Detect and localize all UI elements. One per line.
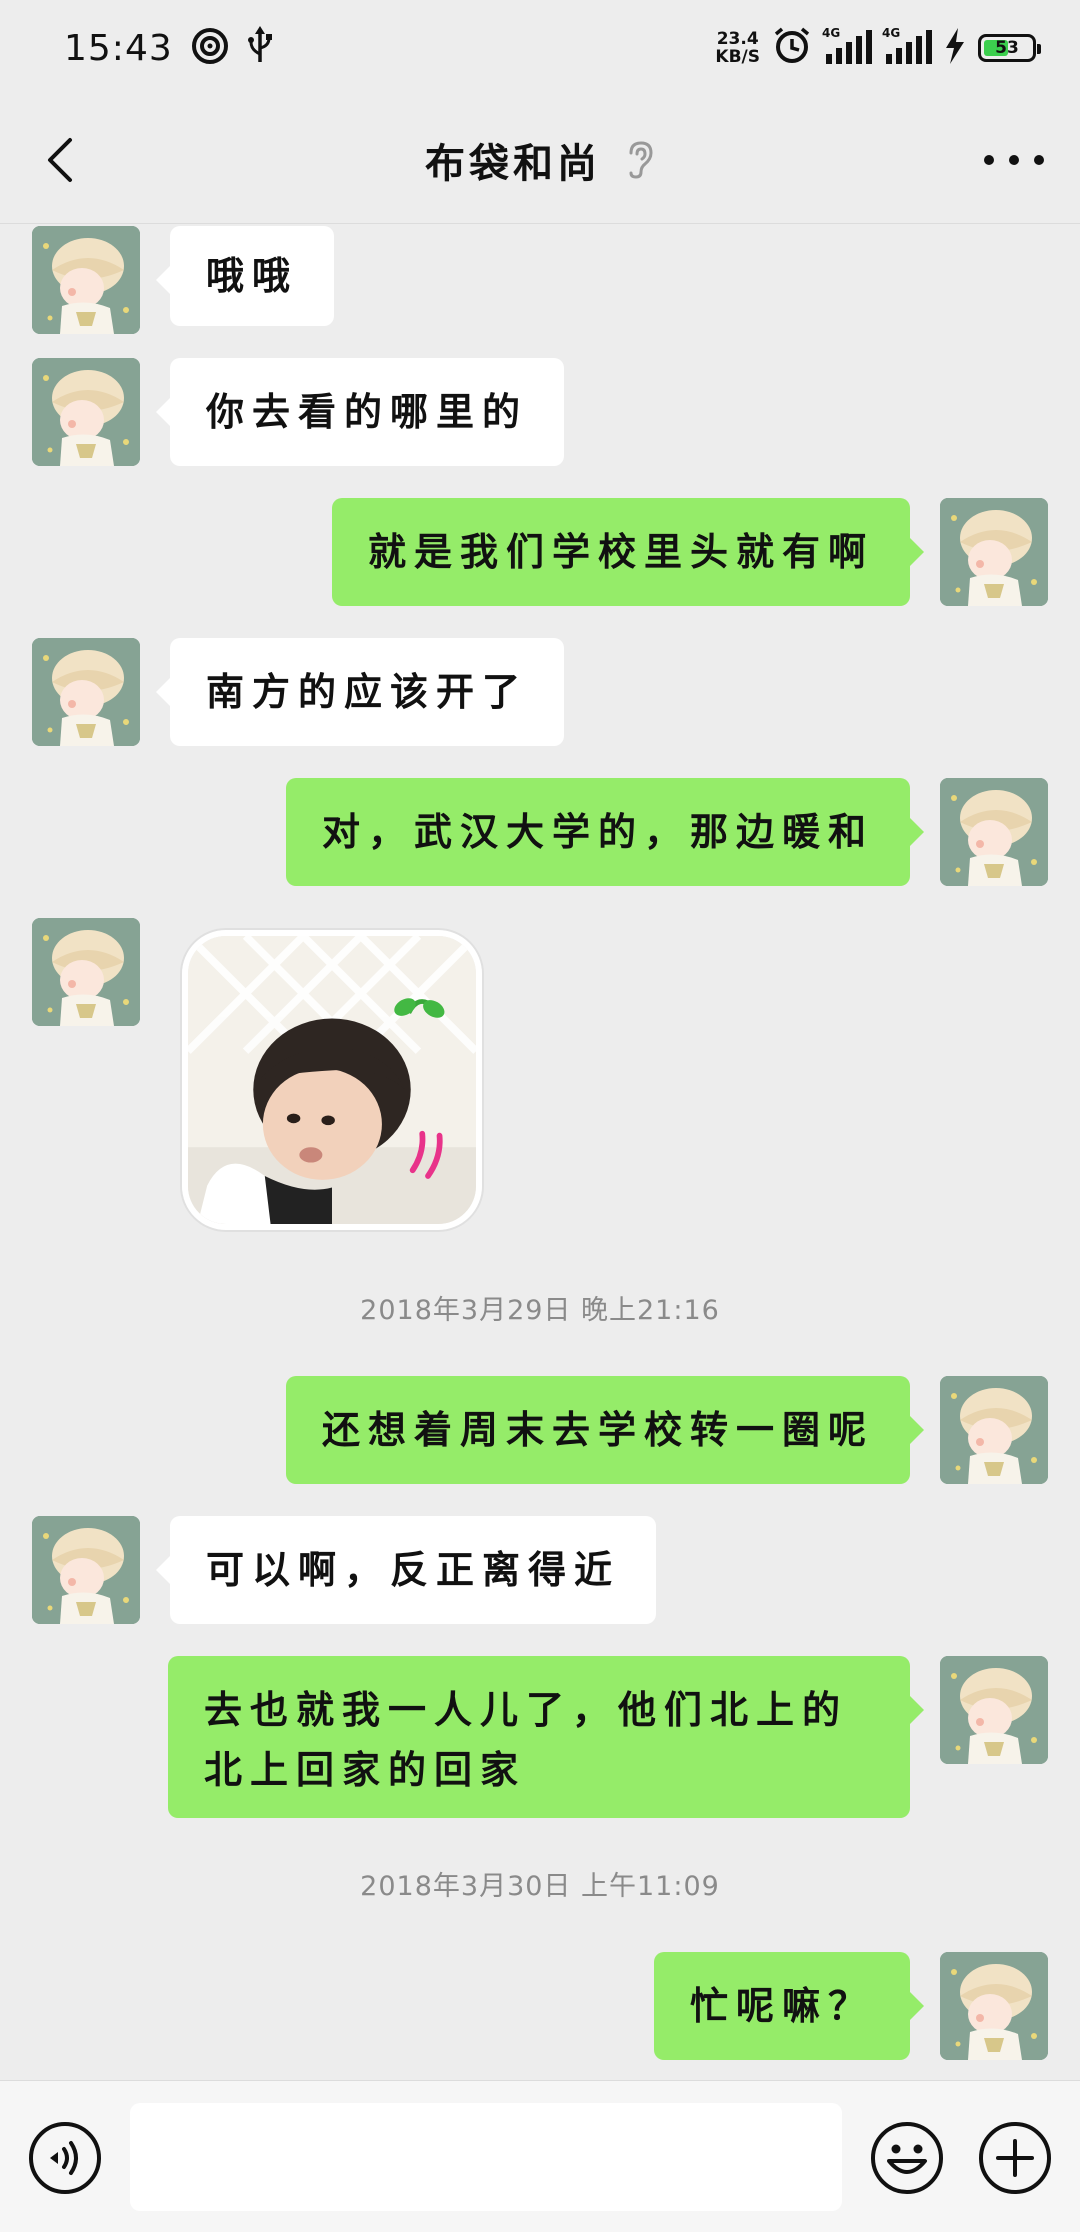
my-avatar[interactable] <box>940 1656 1048 1764</box>
avatar-image <box>32 638 140 746</box>
avatar-image <box>32 1516 140 1624</box>
contact-avatar[interactable] <box>32 358 140 466</box>
network-type-label: 4G <box>882 26 901 40</box>
avatar-image <box>940 1376 1048 1484</box>
message-input[interactable] <box>130 2103 842 2211</box>
contact-avatar[interactable] <box>32 638 140 746</box>
incoming-message[interactable]: 哦哦 <box>155 226 335 326</box>
outgoing-message[interactable]: 对，武汉大学的，那边暖和 <box>285 778 925 886</box>
sticker-message[interactable] <box>182 930 482 1230</box>
status-bar: 15:43 23.4 KB/S 4G 4G 53 <box>0 0 1080 96</box>
net-speed: 23.4 KB/S <box>715 30 760 66</box>
incoming-message[interactable]: 南方的应该开了 <box>155 638 565 746</box>
chat-timestamp: 2018年3月29日 晚上21:16 <box>360 1295 720 1326</box>
my-avatar[interactable] <box>940 498 1048 606</box>
my-avatar[interactable] <box>940 1376 1048 1484</box>
chevron-left-icon <box>48 138 72 182</box>
message-list[interactable]: 哦哦 你去看的哪里的 就是我们学校里头就有啊 南方的应该开了 对，武汉大学的，那… <box>0 224 1080 2080</box>
charging-icon <box>944 28 966 68</box>
contact-avatar[interactable] <box>32 918 140 1026</box>
signal-strength-2: 4G <box>882 26 932 66</box>
battery-level: 53 <box>995 38 1019 58</box>
back-button[interactable] <box>36 134 88 186</box>
voice-button[interactable] <box>28 2121 102 2195</box>
contact-avatar[interactable] <box>32 1516 140 1624</box>
more-functions-button[interactable] <box>978 2121 1052 2195</box>
ear-icon <box>629 140 653 179</box>
my-avatar[interactable] <box>940 778 1048 886</box>
outgoing-message[interactable]: 忙呢嘛？ <box>653 1952 925 2060</box>
avatar-image <box>940 498 1048 606</box>
input-bar <box>0 2080 1080 2232</box>
avatar-image <box>940 1952 1048 2060</box>
battery-icon: 53 <box>978 34 1041 62</box>
outgoing-message[interactable]: 去也就我一人儿了，他们北上的北上回家的回家 <box>168 1656 924 1818</box>
hotspot-icon <box>191 27 229 69</box>
avatar-image <box>32 358 140 466</box>
more-button[interactable] <box>984 140 1044 180</box>
alarm-icon <box>772 26 812 70</box>
avatar-image <box>940 778 1048 886</box>
outgoing-message[interactable]: 就是我们学校里头就有啊 <box>331 498 925 606</box>
chat-timestamp: 2018年3月30日 上午11:09 <box>360 1871 720 1902</box>
avatar-image <box>32 226 140 334</box>
avatar-image <box>940 1656 1048 1764</box>
plus-icon <box>979 2122 1051 2194</box>
more-dot <box>1009 155 1019 165</box>
title-wrap: 布袋和尚 <box>425 131 655 189</box>
net-speed-unit: KB/S <box>715 47 760 67</box>
more-dot <box>1034 155 1044 165</box>
more-dot <box>984 155 994 165</box>
avatar-image <box>32 918 140 1026</box>
sticker-image <box>188 936 476 1224</box>
chat-header: 布袋和尚 <box>0 96 1080 224</box>
usb-icon <box>247 26 273 70</box>
my-avatar[interactable] <box>940 1952 1048 2060</box>
incoming-message[interactable]: 你去看的哪里的 <box>155 358 565 466</box>
voice-icon <box>29 2122 101 2194</box>
signal-strength-1: 4G <box>822 26 872 66</box>
status-right: 23.4 KB/S 4G 4G 53 <box>715 26 1041 70</box>
contact-avatar[interactable] <box>32 226 140 334</box>
status-time: 15:43 <box>64 27 173 69</box>
net-speed-value: 23.4 <box>716 29 759 49</box>
chat-title: 布袋和尚 <box>425 139 601 187</box>
network-type-label: 4G <box>822 26 841 40</box>
emoji-button[interactable] <box>870 2121 944 2195</box>
emoji-icon <box>871 2122 943 2194</box>
incoming-message[interactable]: 可以啊，反正离得近 <box>155 1516 657 1624</box>
status-left: 15:43 <box>64 26 273 70</box>
outgoing-message[interactable]: 还想着周末去学校转一圈呢 <box>285 1376 925 1484</box>
